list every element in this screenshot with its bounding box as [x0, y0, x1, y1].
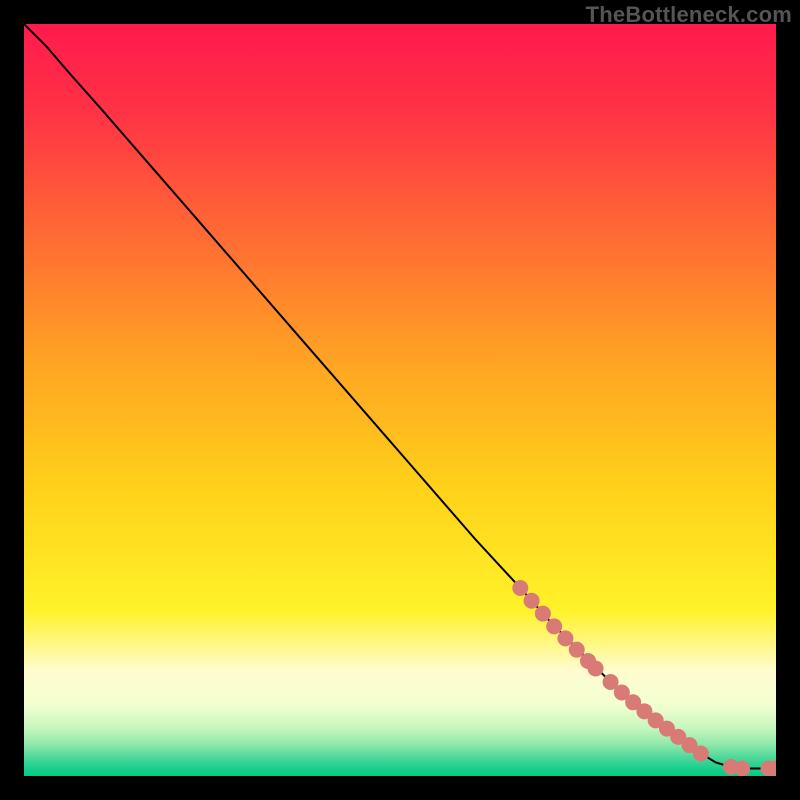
data-marker: [569, 642, 585, 658]
data-marker: [524, 593, 540, 609]
data-marker: [557, 630, 573, 646]
data-marker: [546, 618, 562, 634]
chart-svg: [24, 24, 776, 776]
data-marker: [588, 660, 604, 676]
data-marker: [734, 760, 750, 776]
gradient-background: [24, 24, 776, 776]
data-marker: [535, 606, 551, 622]
plot-area: [24, 24, 776, 776]
data-marker: [512, 580, 528, 596]
data-marker: [693, 745, 709, 761]
chart-frame: TheBottleneck.com: [0, 0, 800, 800]
